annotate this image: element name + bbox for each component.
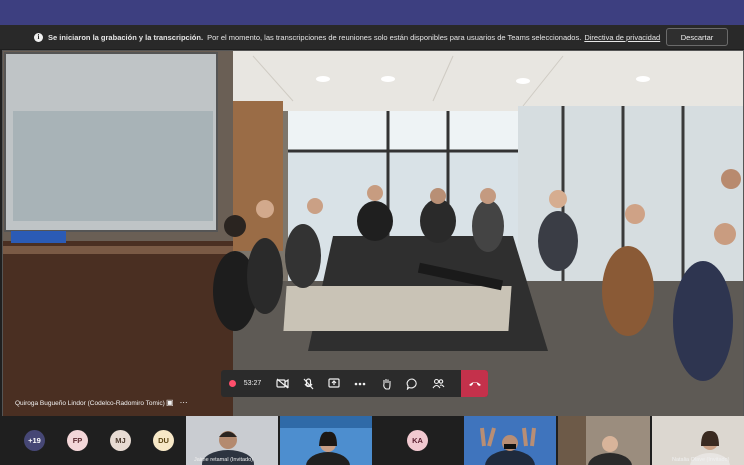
participant-tile-2[interactable] [280,416,372,465]
participant-tile-4[interactable] [464,416,556,465]
participant-name-natalia: Natalia Olave (Invitado) [672,457,730,463]
participant-avatar-du[interactable]: DU [153,430,174,451]
hand-icon [382,378,391,390]
leave-call-button[interactable] [461,370,488,397]
call-control-bar: 53:27 [221,370,488,397]
speaker-icon: ▣ [166,398,174,407]
participant-avatar-mj[interactable]: MJ [110,430,131,451]
mic-off-icon [303,377,313,389]
chat-button[interactable] [399,370,425,397]
banner-bold-text: Se iniciaron la grabación y la transcrip… [48,32,204,42]
people-icon [432,378,444,389]
privacy-policy-link[interactable]: Directiva de privacidad [584,33,660,42]
teams-title-bar [0,0,744,25]
participant-tile-5[interactable] [558,416,650,465]
participant-avatar-ka[interactable]: KA [407,430,428,451]
share-screen-button[interactable] [321,370,347,397]
participant-avatar-fp[interactable]: FP [67,430,88,451]
participant-name-jaime: Jaime retamal (Invitado) [194,457,253,463]
dismiss-button[interactable]: Descartar [666,28,728,46]
participant-tile-natalia[interactable]: Natalia Olave (Invitado) [652,416,744,465]
conference-room-scene [3,51,743,416]
banner-message: Por el momento, las transcripciones de r… [207,32,582,42]
participant-video-2 [280,416,372,465]
ellipsis-icon [354,382,366,385]
main-video-feed [2,50,744,417]
more-options-icon[interactable]: ⋯ [180,398,188,407]
share-icon [328,378,340,388]
recording-timer: 53:27 [221,370,269,397]
participants-button[interactable] [425,370,451,397]
camera-off-icon [275,378,289,389]
mic-toggle-button[interactable] [295,370,321,397]
chat-icon [406,377,417,390]
recording-notification-banner: i Se iniciaron la grabación y la transcr… [0,25,744,49]
participant-video-5 [558,416,650,465]
main-video-participant-name: Quiroga Bugueño Lindor (Codelco-Radomiro… [15,400,165,407]
timer-text: 53:27 [243,380,262,387]
overflow-participants-avatar[interactable]: +19 [24,430,45,451]
camera-toggle-button[interactable] [269,370,295,397]
more-actions-button[interactable] [347,370,373,397]
participant-tile-jaime[interactable]: Jaime retamal (Invitado) [186,416,278,465]
hang-up-icon [468,382,481,386]
raise-hand-button[interactable] [373,370,399,397]
recording-dot-icon [228,380,236,387]
info-icon: i [34,32,43,42]
participant-video-4 [464,416,556,465]
